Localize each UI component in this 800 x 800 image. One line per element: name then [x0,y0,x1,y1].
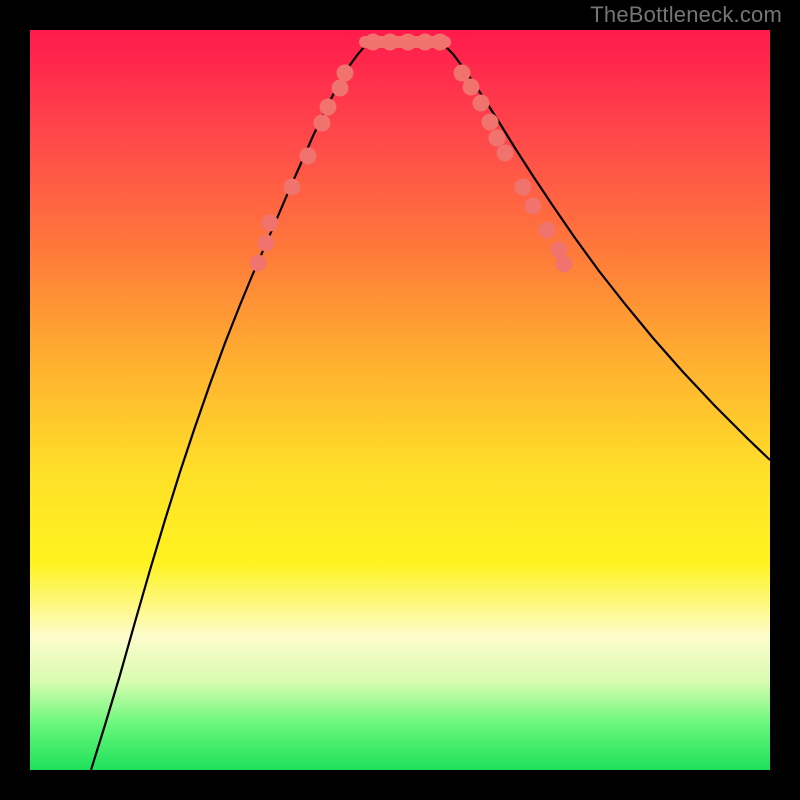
data-point [284,179,300,195]
data-point [382,34,398,50]
right-curve [445,46,770,460]
left-curve [91,46,365,770]
data-point [539,222,555,238]
watermark-text: TheBottleneck.com [590,2,782,28]
data-point [258,235,274,251]
data-point [314,115,330,131]
data-point [556,256,572,272]
data-point [525,198,541,214]
data-point [473,95,489,111]
chart-svg [30,30,770,770]
scatter-dots [250,34,572,272]
data-point [454,65,470,81]
data-point [320,99,336,115]
data-point [337,65,353,81]
data-point [250,255,266,271]
data-point [400,34,416,50]
data-point [300,148,316,164]
data-point [417,34,433,50]
data-point [365,34,381,50]
data-point [515,179,531,195]
data-point [332,80,348,96]
data-point [432,34,448,50]
data-point [489,130,505,146]
data-point [463,79,479,95]
data-point [497,145,513,161]
data-point [262,215,278,231]
data-point [482,114,498,130]
